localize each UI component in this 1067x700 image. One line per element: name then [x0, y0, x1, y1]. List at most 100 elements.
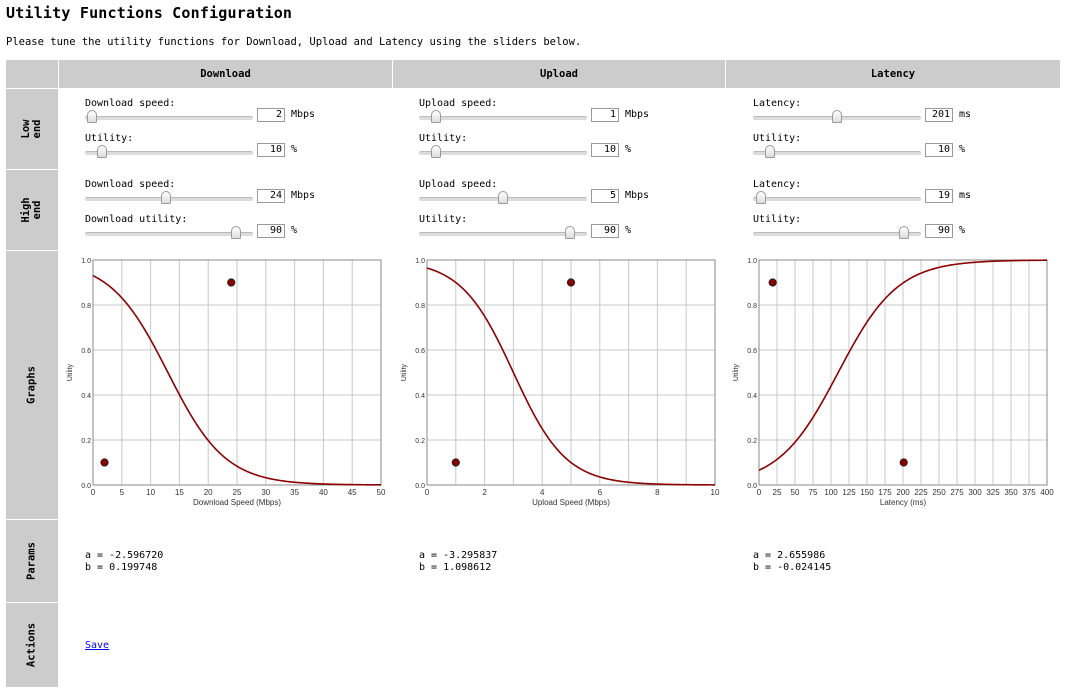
- latency-high-x-label: Latency:: [753, 179, 802, 190]
- latency-low-utility-slider-track[interactable]: [753, 151, 921, 155]
- upload-high-utility-label: Utility:: [419, 214, 468, 225]
- latency-low-x-unit: ms: [959, 109, 972, 120]
- row-header-high-end-label: High end: [20, 197, 43, 223]
- download-x-tick-label: 30: [261, 488, 270, 497]
- upload-low-utility-slider-track[interactable]: [419, 151, 587, 155]
- upload-x-tick-label: 2: [482, 488, 487, 497]
- upload-low-x-slider-thumb[interactable]: [430, 110, 441, 123]
- download-low-utility-slider-track[interactable]: [85, 151, 253, 155]
- latency-high-x-unit: ms: [959, 190, 972, 201]
- latency-high-utility-slider-thumb[interactable]: [899, 226, 910, 239]
- upload-high-x-unit: Mbps: [625, 190, 650, 201]
- row-header-graphs: Graphs: [6, 251, 58, 519]
- upload-low-utility-value-input[interactable]: 10: [591, 143, 619, 157]
- download-low-x-value-input[interactable]: 2: [257, 108, 285, 122]
- latency-low-x-value-input[interactable]: 201: [925, 108, 953, 122]
- latency-y-tick-label: 0.8: [747, 303, 757, 310]
- latency-high-x-slider-track[interactable]: [753, 197, 921, 201]
- download-anchor-point-0[interactable]: [100, 458, 109, 467]
- download-params: a = -2.596720 b = 0.199748: [85, 550, 163, 574]
- latency-high-utility-value-input[interactable]: 90: [925, 224, 953, 238]
- row-header-params-label: Params: [25, 542, 38, 580]
- upload-x-tick-label: 10: [711, 488, 720, 497]
- download-x-tick-label: 20: [204, 488, 213, 497]
- download-x-tick-label: 10: [146, 488, 155, 497]
- upload-high-utility-unit: %: [625, 225, 632, 236]
- download-high-x-slider-thumb[interactable]: [160, 191, 171, 204]
- latency-anchor-point-0[interactable]: [768, 278, 777, 287]
- upload-low-x-slider-track[interactable]: [419, 116, 587, 120]
- download-param-b: b = 0.199748: [85, 562, 158, 573]
- upload-low-utility-label: Utility:: [419, 133, 468, 144]
- download-x-tick-label: 15: [175, 488, 184, 497]
- download-high-x-value-input[interactable]: 24: [257, 189, 285, 203]
- upload-high-utility-slider-thumb[interactable]: [565, 226, 576, 239]
- latency-x-tick-label: 25: [773, 488, 782, 497]
- download-x-tick-label: 25: [233, 488, 242, 497]
- latency-y-tick-label: 0.4: [747, 393, 757, 400]
- download-y-tick-label: 1.0: [81, 258, 91, 265]
- download-low-x-slider-track[interactable]: [85, 116, 253, 120]
- download-high-utility-unit: %: [291, 225, 298, 236]
- download-high-x-unit: Mbps: [291, 190, 316, 201]
- latency-high-x-slider-thumb[interactable]: [756, 191, 767, 204]
- latency-x-tick-label: 75: [809, 488, 818, 497]
- latency-params: a = 2.655986 b = -0.024145: [753, 550, 831, 574]
- upload-x-tick-label: 6: [598, 488, 603, 497]
- download-high-utility-value-input[interactable]: 90: [257, 224, 285, 238]
- latency-low-x-slider-thumb[interactable]: [832, 110, 842, 123]
- download-anchor-point-1[interactable]: [227, 278, 236, 287]
- row-header-high-end: High end: [6, 170, 58, 250]
- download-x-tick-label: 0: [91, 488, 96, 497]
- download-y-tick-label: 0.0: [81, 483, 91, 490]
- latency-high-x-value-input[interactable]: 19: [925, 189, 953, 203]
- upload-anchor-point-1[interactable]: [566, 278, 576, 287]
- intro-text: Please tune the utility functions for Do…: [6, 36, 582, 48]
- row-header-actions-label: Actions: [25, 622, 38, 668]
- download-y-tick-label: 0.8: [81, 303, 91, 310]
- download-high-utility-slider-track[interactable]: [85, 232, 253, 236]
- save-link[interactable]: Save: [85, 640, 109, 651]
- latency-x-tick-label: 400: [1040, 488, 1054, 497]
- upload-low-x-unit: Mbps: [625, 109, 650, 120]
- download-low-x-label: Download speed:: [85, 98, 176, 109]
- download-high-utility-slider-thumb[interactable]: [231, 226, 242, 239]
- latency-y-tick-label: 1.0: [747, 258, 757, 265]
- latency-low-utility-slider-thumb[interactable]: [764, 145, 775, 158]
- download-high-utility-label: Download utility:: [85, 214, 188, 225]
- download-high-x-control: Download speed: 24 Mbps: [85, 179, 325, 207]
- upload-high-utility-value-input[interactable]: 90: [591, 224, 619, 238]
- latency-anchor-point-1[interactable]: [899, 458, 908, 467]
- upload-high-x-value-input[interactable]: 5: [591, 189, 619, 203]
- download-y-tick-label: 0.4: [81, 393, 91, 400]
- upload-low-x-value-input[interactable]: 1: [591, 108, 619, 122]
- latency-x-tick-label: 375: [1022, 488, 1036, 497]
- download-low-utility-value-input[interactable]: 10: [257, 143, 285, 157]
- upload-low-utility-unit: %: [625, 144, 632, 155]
- download-low-x-control: Download speed: 2 Mbps: [85, 98, 325, 126]
- latency-x-tick-label: 250: [932, 488, 946, 497]
- download-high-utility-control: Download utility: 90%: [85, 214, 325, 242]
- latency-high-utility-slider-track[interactable]: [753, 232, 921, 236]
- column-header-upload: Upload: [393, 60, 725, 88]
- download-low-utility-slider-thumb[interactable]: [96, 145, 107, 158]
- latency-low-utility-value-input[interactable]: 10: [925, 143, 953, 157]
- latency-utility-chart: 0 25 50 75 100 125 150 175 200 225 250 275 300 325 350…: [733, 258, 1054, 507]
- upload-low-utility-slider-thumb[interactable]: [430, 145, 441, 158]
- upload-params: a = -3.295837 b = 1.098612: [419, 550, 497, 574]
- latency-high-utility-control: Utility: 90%: [753, 214, 993, 242]
- upload-anchor-point-0[interactable]: [451, 458, 460, 467]
- latency-x-tick-label: 225: [914, 488, 928, 497]
- upload-high-x-slider-thumb[interactable]: [498, 191, 508, 204]
- latency-low-utility-control: Utility: 10%: [753, 133, 993, 161]
- upload-x-axis-label: Upload Speed (Mbps): [532, 498, 610, 507]
- download-x-tick-label: 45: [348, 488, 357, 497]
- download-x-tick-label: 40: [319, 488, 328, 497]
- download-low-x-slider-thumb[interactable]: [86, 110, 97, 123]
- upload-param-b: b = 1.098612: [419, 562, 492, 573]
- latency-low-utility-label: Utility:: [753, 133, 802, 144]
- latency-x-tick-label: 125: [842, 488, 856, 497]
- upload-high-utility-slider-track[interactable]: [419, 232, 587, 236]
- latency-high-utility-label: Utility:: [753, 214, 802, 225]
- upload-high-utility-control: Utility: 90%: [419, 214, 659, 242]
